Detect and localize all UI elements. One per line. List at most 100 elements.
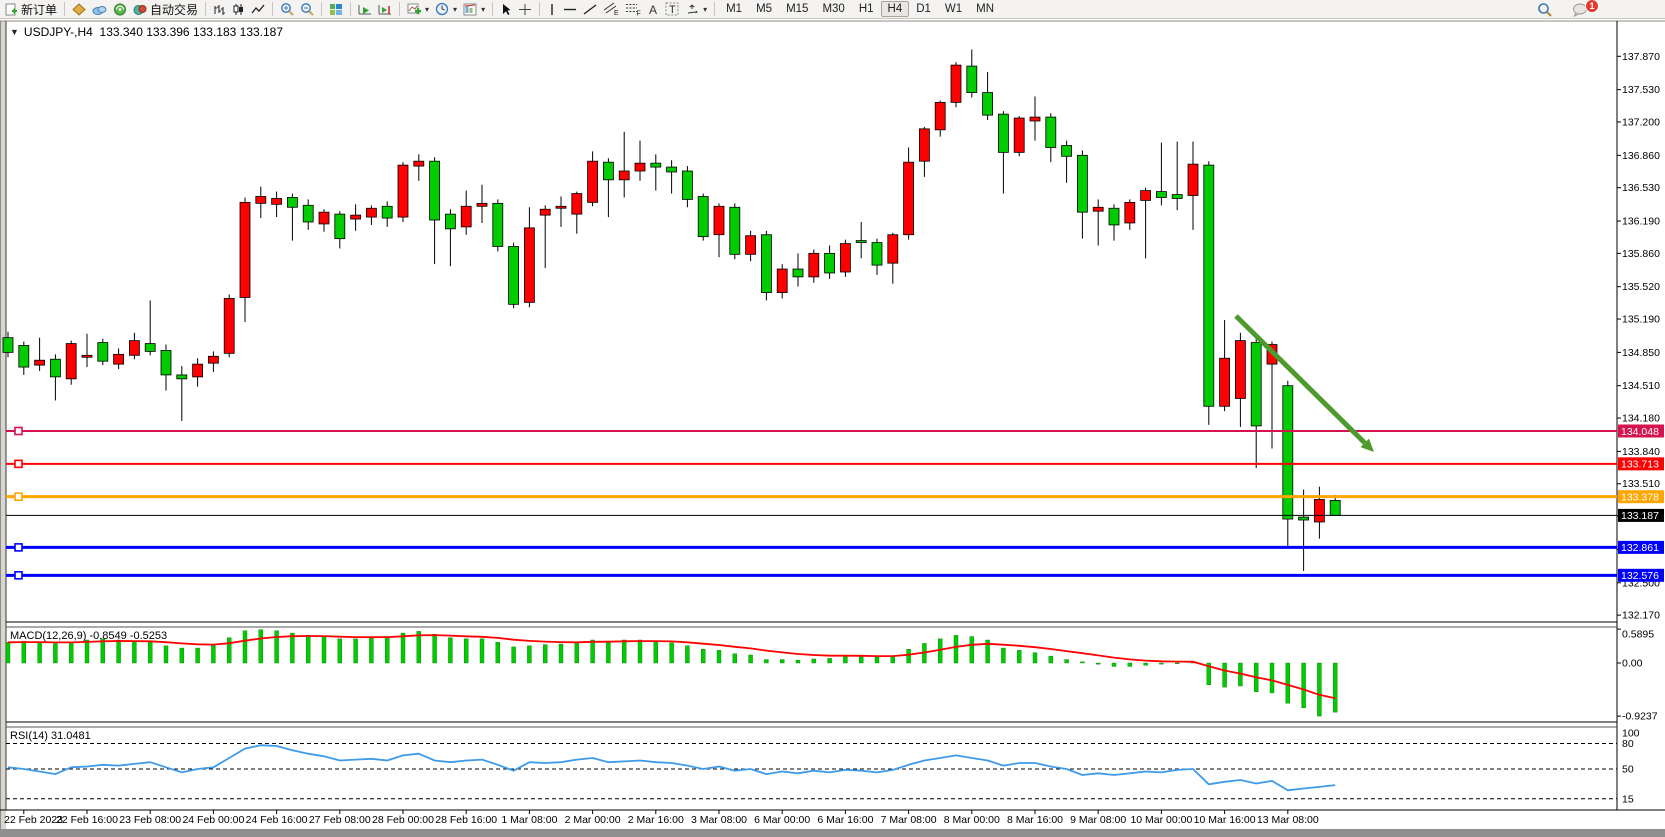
price-tag: 133.378	[1621, 491, 1659, 503]
macd-label: MACD(12,26,9) -0.8549 -0.5253	[10, 630, 167, 642]
candle	[1093, 207, 1103, 211]
search-button[interactable]	[1534, 1, 1555, 18]
vertical-line-button[interactable]	[544, 2, 560, 17]
autotrade-icon	[133, 3, 147, 16]
candle	[524, 228, 534, 303]
candle	[382, 206, 392, 218]
add-indicator-button[interactable]: ▾	[404, 2, 432, 17]
rsi-line	[8, 745, 1335, 790]
candle	[19, 346, 29, 368]
timeframe-m15[interactable]: M15	[779, 1, 815, 17]
bar-chart-icon	[213, 3, 226, 16]
hline-handle[interactable]	[15, 460, 22, 467]
price-axis[interactable]: 137.870137.530137.200136.860136.530136.1…	[1617, 51, 1660, 622]
fibonacci-icon: F	[625, 2, 641, 16]
candle	[208, 356, 218, 363]
timeframe-mn[interactable]: MN	[969, 1, 1001, 17]
candle	[161, 350, 171, 375]
candle	[129, 341, 139, 356]
channel-button[interactable]: E	[600, 1, 622, 17]
vertical-line-icon	[547, 3, 557, 16]
hline-handle[interactable]	[15, 544, 22, 551]
symbol-dropdown-icon[interactable]: ▼	[10, 27, 19, 37]
date-label: 13 Mar 08:00	[1257, 814, 1319, 826]
fibonacci-button[interactable]: F	[622, 1, 644, 17]
trendline-button[interactable]	[580, 2, 600, 17]
autoscroll-button[interactable]	[355, 2, 375, 17]
date-label: 1 Mar 08:00	[501, 814, 557, 826]
svg-text:A: A	[649, 3, 657, 16]
chevron-down-icon: ▾	[703, 5, 707, 14]
candle	[872, 243, 882, 266]
timeframe-bar: M1M5M15M30H1H4D1W1MN	[719, 1, 1001, 17]
candle	[935, 102, 945, 129]
candle	[840, 244, 850, 272]
macd-pane: 0.58950.00-0.9237	[6, 629, 1658, 723]
timeframe-h4[interactable]: H4	[881, 1, 910, 17]
autotrade-button[interactable]: 自动交易	[130, 0, 201, 19]
date-axis[interactable]: 22 Feb 202322 Feb 16:0023 Feb 08:0024 Fe…	[4, 810, 1319, 826]
hline-handle[interactable]	[15, 572, 22, 579]
timeframe-m30[interactable]: M30	[815, 1, 851, 17]
channel-icon: E	[603, 2, 619, 16]
chart-canvas[interactable]: 137.870137.530137.200136.860136.530136.1…	[0, 0, 1665, 837]
price-tag: 134.048	[1621, 426, 1659, 438]
candle	[603, 162, 613, 180]
timeframe-w1[interactable]: W1	[938, 1, 969, 17]
hline-handle[interactable]	[15, 428, 22, 435]
profile-button[interactable]	[69, 2, 89, 17]
candle	[919, 129, 929, 161]
trendline-icon	[583, 3, 597, 16]
chat-button[interactable]: 1	[1569, 2, 1591, 18]
shift-chart-button[interactable]	[375, 2, 395, 17]
horizontal-line-button[interactable]	[560, 2, 580, 17]
candle	[272, 198, 282, 204]
text-button[interactable]: A	[644, 2, 662, 17]
candlestick-button[interactable]	[229, 2, 248, 17]
hline-handle[interactable]	[15, 493, 22, 500]
shapes-button[interactable]: ▾	[682, 2, 710, 17]
candle	[1220, 358, 1230, 406]
candle	[1046, 117, 1056, 147]
line-chart-button[interactable]	[248, 2, 268, 17]
text-icon: A	[647, 3, 659, 16]
zoom-out-button[interactable]	[297, 1, 317, 17]
timeframe-h1[interactable]: H1	[852, 1, 881, 17]
chart-title: ▼USDJPY-,H4 133.340 133.396 133.183 133.…	[10, 25, 283, 39]
signal-button[interactable]	[110, 2, 130, 17]
candle	[1299, 517, 1309, 520]
candle	[682, 171, 692, 199]
svg-text:0.5895: 0.5895	[1622, 629, 1654, 641]
candle	[746, 236, 756, 255]
search-icon	[1537, 2, 1552, 17]
candle	[904, 162, 914, 235]
candle	[66, 344, 76, 379]
label-button[interactable]: T	[662, 1, 682, 17]
bar-chart-button[interactable]	[210, 2, 229, 17]
timeframe-m1[interactable]: M1	[719, 1, 749, 17]
candle	[398, 165, 408, 217]
hlines-layer[interactable]: 134.048133.713133.378133.187132.861132.5…	[6, 425, 1664, 583]
timeframe-m5[interactable]: M5	[749, 1, 779, 17]
candle	[967, 66, 977, 92]
candle	[651, 163, 661, 167]
add-indicator-icon	[407, 3, 421, 16]
period-clock-button[interactable]: ▾	[432, 1, 460, 17]
svg-text:15: 15	[1622, 793, 1634, 805]
svg-text:134.850: 134.850	[1622, 347, 1660, 359]
crosshair-button[interactable]	[515, 2, 535, 17]
candle	[177, 375, 187, 379]
timeframe-d1[interactable]: D1	[909, 1, 938, 17]
template-button[interactable]: ▾	[460, 2, 488, 17]
date-label: 23 Feb 08:00	[119, 814, 181, 826]
new-order-button[interactable]: 新订单	[2, 0, 60, 19]
cursor-button[interactable]	[497, 2, 515, 17]
autotrade-label: 自动交易	[150, 1, 198, 18]
candle	[856, 241, 866, 243]
candle	[1062, 146, 1072, 157]
tile-windows-button[interactable]	[326, 2, 346, 17]
candle	[193, 364, 203, 377]
candle	[493, 203, 503, 246]
cloud-button[interactable]	[89, 2, 110, 17]
zoom-in-button[interactable]	[277, 1, 297, 17]
